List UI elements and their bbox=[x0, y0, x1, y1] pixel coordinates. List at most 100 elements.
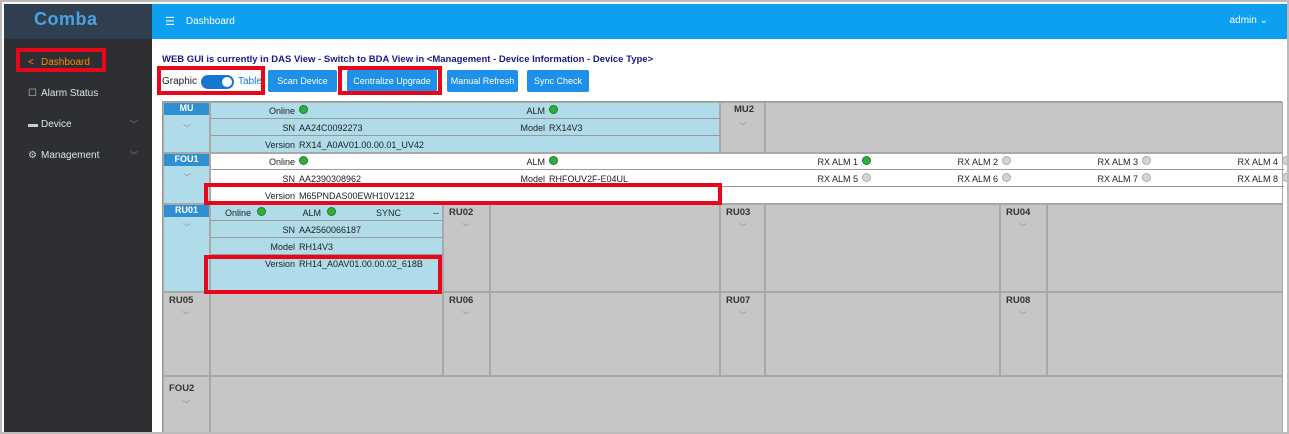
ru06-label: RU06 bbox=[449, 295, 474, 306]
sync-key: SYNC bbox=[375, 207, 401, 218]
model-value: RH14V3 bbox=[299, 241, 334, 252]
sidebar-item-label: Alarm Status bbox=[41, 88, 99, 99]
sn-value: AA2560066187 bbox=[299, 224, 362, 235]
ru03-empty bbox=[765, 204, 1000, 292]
ru02-label: RU02 bbox=[449, 207, 474, 218]
chevron-down-icon[interactable]: ﹀ bbox=[739, 222, 747, 233]
ru05-card[interactable]: RU05 ﹀ bbox=[163, 292, 210, 376]
ru01-card[interactable]: RU01 ﹀ bbox=[163, 204, 210, 292]
chevron-down-icon[interactable]: ﹀ bbox=[183, 172, 191, 183]
monitor-icon: ☐ bbox=[28, 88, 37, 99]
alm-key: ALM bbox=[526, 156, 545, 167]
scan-device-button[interactable]: Scan Device bbox=[268, 70, 337, 92]
alm-led bbox=[549, 156, 558, 167]
mu-info: Online ALM SN AA24C0092273 Model RX14V3 … bbox=[210, 102, 721, 153]
sn-value: AA24C0092273 bbox=[299, 122, 363, 133]
ru08-empty bbox=[1047, 292, 1283, 376]
ru08-label: RU08 bbox=[1006, 295, 1031, 306]
rx-alm-5: RX ALM 5 bbox=[817, 173, 858, 184]
sidebar-item-alarm-status[interactable]: ☐ Alarm Status bbox=[4, 78, 152, 109]
sidebar-item-management[interactable]: ⚙ Management ﹀ bbox=[4, 140, 152, 171]
chevron-down-icon[interactable]: ﹀ bbox=[182, 310, 190, 321]
mu2-label: MU2 bbox=[734, 104, 755, 115]
ru03-label: RU03 bbox=[726, 207, 751, 218]
ru02-card[interactable]: RU02 ﹀ bbox=[443, 204, 490, 292]
version-value: RX14_A0AV01.00.00.01_UV42 bbox=[299, 140, 424, 150]
rx-alm-2-led bbox=[1002, 156, 1011, 167]
ru04-card[interactable]: RU04 ﹀ bbox=[1000, 204, 1047, 292]
sync-value: -- bbox=[433, 207, 439, 218]
device-icon: ▬ bbox=[28, 119, 38, 130]
manual-refresh-button[interactable]: Manual Refresh bbox=[447, 70, 518, 92]
fou1-label: FOU1 bbox=[164, 154, 209, 166]
gear-icon: ⚙ bbox=[28, 150, 37, 161]
chevron-down-icon[interactable]: ﹀ bbox=[739, 121, 747, 132]
alm-led bbox=[549, 105, 558, 116]
main-content: WEB GUI is currently in DAS View - Switc… bbox=[152, 39, 1287, 432]
ru04-label: RU04 bbox=[1006, 207, 1031, 218]
sn-key: SN bbox=[282, 224, 295, 235]
ru05-label: RU05 bbox=[169, 295, 194, 306]
fou2-empty bbox=[210, 376, 1283, 432]
chevron-down-icon[interactable]: ﹀ bbox=[739, 310, 747, 321]
chevron-down-icon[interactable]: ﹀ bbox=[1019, 310, 1027, 321]
ru01-label: RU01 bbox=[164, 205, 209, 217]
ru08-card[interactable]: RU08 ﹀ bbox=[1000, 292, 1047, 376]
rx-alm-6-led bbox=[1002, 173, 1011, 184]
ru03-card[interactable]: RU03 ﹀ bbox=[720, 204, 765, 292]
rx-alm-1-led bbox=[862, 156, 871, 167]
chevron-down-icon[interactable]: ﹀ bbox=[462, 222, 470, 233]
sync-check-button[interactable]: Sync Check bbox=[527, 70, 589, 92]
version-key: Version bbox=[264, 140, 295, 150]
online-key: Online bbox=[268, 156, 295, 167]
model-key: Model bbox=[520, 122, 545, 133]
chevron-down-icon[interactable]: ﹀ bbox=[462, 310, 470, 321]
rx-alm-3-led bbox=[1142, 156, 1151, 167]
alm-led bbox=[327, 207, 336, 218]
chevron-down-icon[interactable]: ﹀ bbox=[183, 123, 191, 134]
mu2-empty bbox=[765, 102, 1283, 153]
rx-alm-3: RX ALM 3 bbox=[1097, 156, 1138, 167]
sidebar-item-device[interactable]: ▬ Device ﹀ bbox=[4, 109, 152, 140]
mu2-card[interactable]: MU2 ﹀ bbox=[720, 102, 765, 153]
rx-alm-5-led bbox=[862, 173, 871, 184]
model-key: Model bbox=[520, 173, 545, 184]
rx-alm-4: RX ALM 4 bbox=[1237, 156, 1278, 167]
ru06-card[interactable]: RU06 ﹀ bbox=[443, 292, 490, 376]
model-value: RHFOUV2F-E04UL bbox=[549, 173, 629, 184]
model-key: Model bbox=[270, 241, 295, 252]
rx-alm-7-led bbox=[1142, 173, 1151, 184]
sn-key: SN bbox=[282, 173, 295, 184]
rx-alm-1: RX ALM 1 bbox=[817, 156, 858, 167]
online-led bbox=[257, 207, 266, 218]
mu-card[interactable]: MU ﹀ bbox=[163, 102, 210, 153]
fou2-card[interactable]: FOU2 ﹀ bbox=[163, 376, 210, 432]
view-notice: WEB GUI is currently in DAS View - Switc… bbox=[162, 54, 654, 65]
online-key: Online bbox=[268, 105, 295, 116]
app-logo: Comba bbox=[4, 4, 152, 39]
highlight-centralize-upgrade bbox=[338, 66, 442, 95]
online-key: Online bbox=[224, 207, 251, 218]
highlight-fou1-version bbox=[204, 183, 722, 205]
ru07-card[interactable]: RU07 ﹀ bbox=[720, 292, 765, 376]
alm-key: ALM bbox=[526, 105, 545, 116]
chevron-down-icon: ﹀ bbox=[130, 151, 138, 160]
chevron-down-icon[interactable]: ﹀ bbox=[182, 399, 190, 410]
top-bar: ☰ Dashboard admin ⌄ bbox=[152, 4, 1287, 39]
user-name: admin bbox=[1229, 15, 1257, 26]
user-menu[interactable]: admin ⌄ bbox=[1230, 15, 1268, 26]
online-led bbox=[299, 105, 308, 116]
ru04-empty bbox=[1047, 204, 1283, 292]
fou1-card[interactable]: FOU1 ﹀ bbox=[163, 153, 210, 204]
ru06-empty bbox=[490, 292, 720, 376]
caret-down-icon: ⌄ bbox=[1259, 15, 1268, 26]
ru07-empty bbox=[765, 292, 1000, 376]
chevron-down-icon[interactable]: ﹀ bbox=[183, 222, 191, 233]
model-value: RX14V3 bbox=[549, 122, 583, 133]
chevron-down-icon[interactable]: ﹀ bbox=[1019, 222, 1027, 233]
ru02-empty bbox=[490, 204, 720, 292]
rx-alm-4-led bbox=[1282, 156, 1287, 167]
menu-toggle-icon[interactable]: ☰ bbox=[165, 15, 175, 28]
alm-key: ALM bbox=[302, 207, 321, 218]
rx-alm-7: RX ALM 7 bbox=[1097, 173, 1138, 184]
